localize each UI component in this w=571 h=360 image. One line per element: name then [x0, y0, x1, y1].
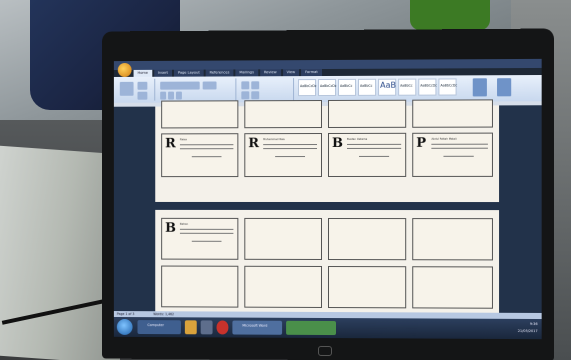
align-center-icon[interactable] [251, 91, 260, 100]
word-title-bar [113, 58, 542, 71]
text-line [275, 156, 306, 158]
italic-icon[interactable] [168, 91, 174, 100]
style-label: AaBbCc [339, 83, 353, 88]
underline-icon[interactable] [175, 91, 182, 100]
text-line [179, 144, 234, 146]
taskbar-item-app[interactable] [286, 320, 336, 336]
label-card [161, 100, 239, 129]
font-group [157, 78, 237, 101]
start-button[interactable] [116, 318, 133, 335]
label-letter: R [165, 136, 176, 152]
editing-button[interactable] [497, 78, 512, 97]
numbering-icon[interactable] [251, 81, 260, 90]
bold-icon[interactable] [160, 91, 167, 100]
copy-icon[interactable] [137, 91, 148, 100]
laptop-screen: Home Insert Page Layout References Maili… [113, 58, 542, 340]
label-card [244, 217, 323, 260]
opera-icon[interactable] [216, 320, 229, 335]
text-line [179, 148, 234, 150]
text-line [347, 147, 402, 149]
style-normal[interactable]: AaBbCcDc [298, 79, 317, 97]
label-letter: B [165, 220, 176, 236]
style-strong[interactable]: AaBbCcDc [438, 78, 458, 96]
align-left-icon[interactable] [241, 91, 250, 100]
style-label: AaBbCcDc [320, 83, 337, 89]
text-line [179, 232, 234, 234]
label-card [327, 99, 407, 128]
style-heading-1[interactable]: AaBbCc [337, 78, 357, 96]
style-subtitle[interactable]: AaBbCc [398, 78, 417, 96]
taskbar-item-computer[interactable]: Computer [137, 320, 181, 335]
change-styles-button[interactable] [472, 78, 487, 97]
label-card: R Muhammad Rais [244, 133, 323, 178]
label-letter: R [248, 136, 260, 152]
label-text: Abdul Fattah Matali [431, 137, 457, 141]
style-label: AaB [380, 80, 397, 90]
text-line [443, 155, 474, 157]
label-letter: B [331, 135, 344, 151]
paragraph-group [238, 78, 295, 101]
photo-scene: Home Insert Page Layout References Maili… [0, 0, 571, 360]
text-line [191, 240, 222, 242]
text-line [359, 155, 390, 157]
text-line [431, 147, 488, 149]
text-line [179, 228, 234, 230]
laptop-logo [318, 345, 332, 357]
page-1: R Raisa R Muhammad Rais B Bustan Oetama … [155, 99, 500, 203]
label-card [244, 265, 323, 308]
style-title[interactable]: AaB [378, 78, 397, 96]
page-2: B Bahan [155, 209, 500, 313]
label-text: Raisa [179, 138, 187, 142]
label-text: Muhammad Rais [263, 138, 285, 142]
taskbar-label: Computer [147, 323, 164, 328]
system-tray: 9:36 21/05/2017 [518, 321, 538, 335]
cut-icon[interactable] [137, 81, 148, 90]
style-label: AaBbCcDc [420, 83, 437, 88]
clipboard-group [115, 78, 156, 101]
style-label: AaBbCc [360, 83, 373, 88]
taskbar: Computer Microsoft Word 9:36 21/05/2017 [113, 316, 542, 340]
taskbar-item-word[interactable]: Microsoft Word [232, 320, 283, 335]
tab-view[interactable]: View [282, 69, 300, 77]
text-line [263, 144, 318, 146]
style-emphasis[interactable]: AaBbCcDc [418, 78, 437, 96]
label-card: R Raisa [161, 133, 239, 178]
label-card [244, 100, 323, 129]
label-card [412, 218, 493, 261]
laptop-bezel: Home Insert Page Layout References Maili… [102, 28, 554, 360]
label-card [327, 218, 407, 261]
style-label: AaBbCcDc [440, 83, 458, 88]
paste-icon[interactable] [119, 81, 134, 96]
font-name-select[interactable] [160, 81, 200, 90]
taskbar-label: Microsoft Word [242, 323, 268, 328]
style-label: AaBbCcDc [300, 84, 317, 89]
clock-date[interactable]: 21/05/2017 [518, 328, 538, 335]
office-button[interactable] [117, 63, 132, 77]
label-text: Bahan [179, 222, 189, 226]
label-card [412, 266, 493, 309]
font-size-select[interactable] [202, 81, 217, 90]
label-card [412, 99, 493, 128]
text-line [431, 143, 488, 145]
text-line [263, 148, 318, 150]
media-icon[interactable] [200, 320, 213, 335]
text-line [191, 156, 222, 158]
label-card [161, 265, 239, 308]
label-card: P Abdul Fattah Matali [412, 132, 493, 177]
label-card: B Bustan Oetama [327, 132, 407, 177]
document-area: R Raisa R Muhammad Rais B Bustan Oetama … [113, 99, 542, 313]
folder-icon[interactable] [184, 320, 197, 335]
style-label: AaBbCc [400, 83, 413, 88]
bullets-icon[interactable] [241, 81, 250, 90]
style-heading-2[interactable]: AaBbCc [358, 78, 377, 96]
green-bag [410, 0, 490, 30]
label-letter: P [416, 135, 427, 151]
style-no-spacing[interactable]: AaBbCcDc [318, 78, 337, 97]
text-line [347, 143, 402, 145]
label-card [327, 266, 407, 309]
label-card: B Bahan [161, 217, 239, 260]
label-text: Bustan Oetama [347, 137, 368, 141]
